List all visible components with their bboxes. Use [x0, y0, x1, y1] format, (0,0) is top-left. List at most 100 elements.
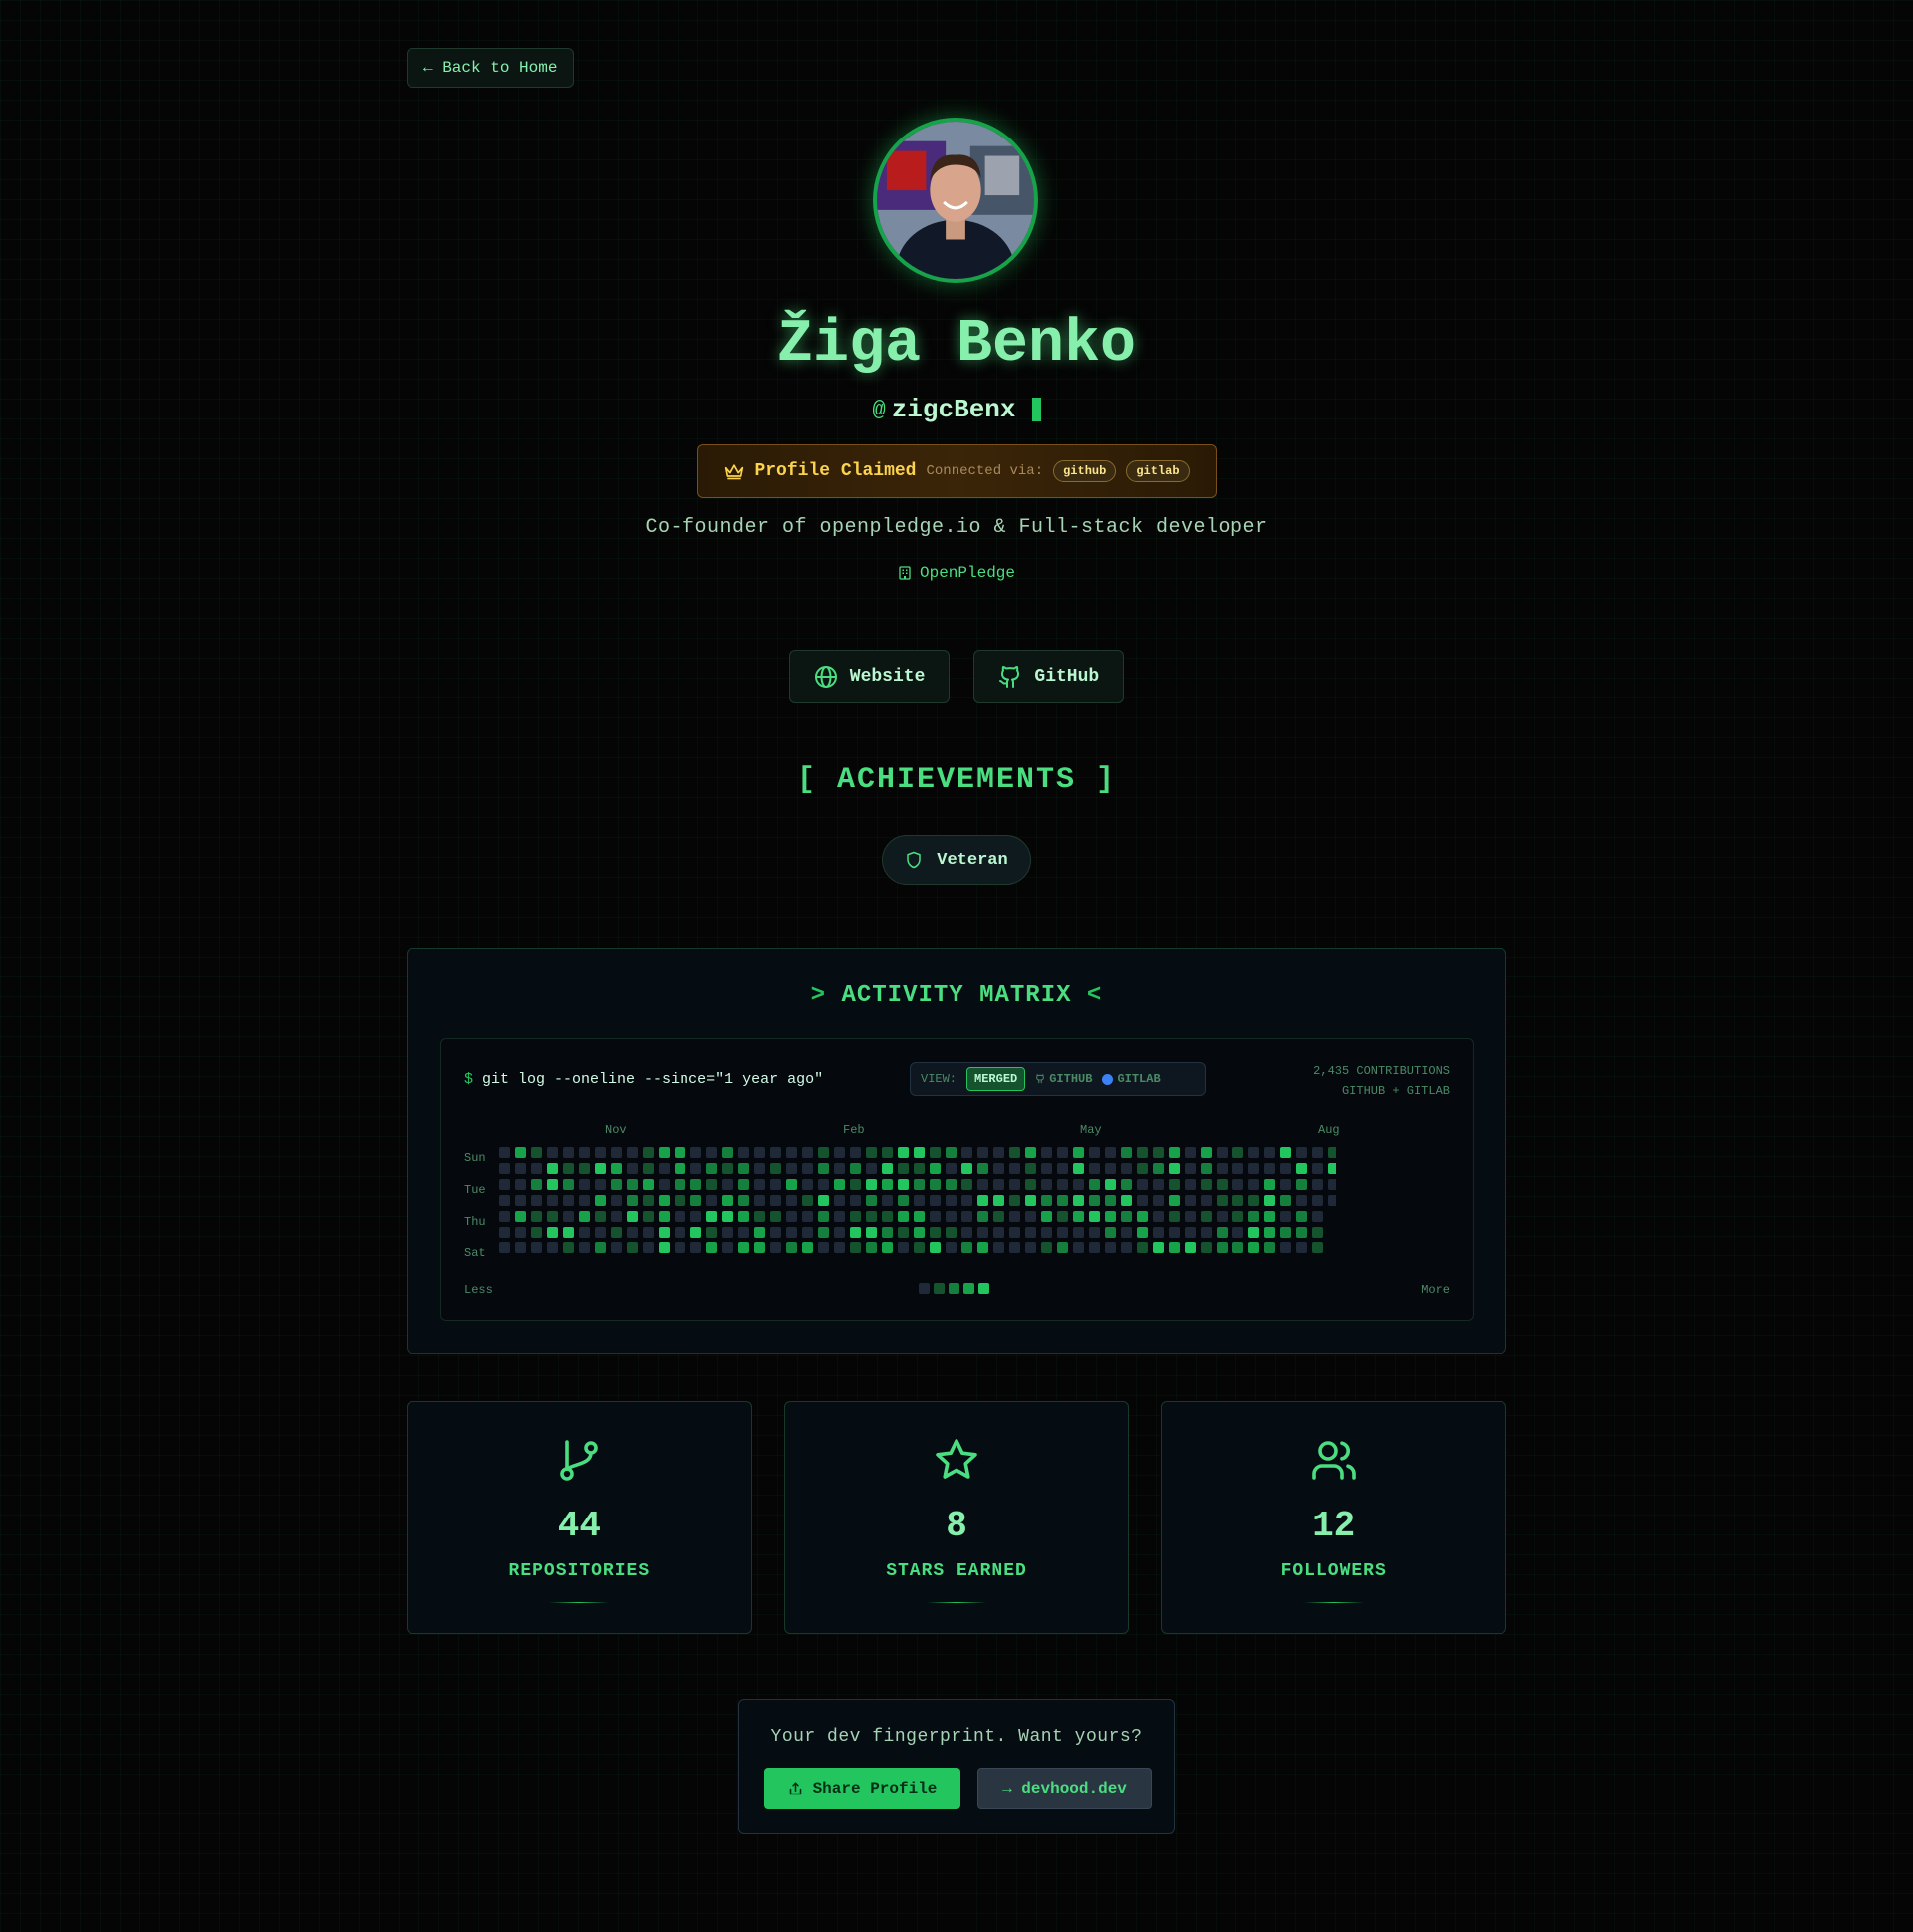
contribution-cell — [1232, 1179, 1243, 1190]
contribution-cell — [1217, 1242, 1228, 1253]
contribution-cell — [1057, 1195, 1068, 1206]
contribution-cell — [675, 1147, 685, 1158]
contribution-cell — [1280, 1242, 1291, 1253]
website-link-button[interactable]: Website — [788, 650, 951, 703]
contribution-cell — [1137, 1147, 1148, 1158]
contribution-cell — [1201, 1147, 1212, 1158]
contribution-cell — [738, 1163, 749, 1174]
contribution-cell — [1073, 1195, 1084, 1206]
contribution-cell — [1280, 1227, 1291, 1238]
contribution-cell — [1217, 1227, 1228, 1238]
contribution-cell — [786, 1227, 797, 1238]
contribution-cell — [1057, 1179, 1068, 1190]
contribution-cell — [1232, 1211, 1243, 1222]
view-option-github-label: GITHUB — [1049, 1072, 1093, 1086]
contribution-cell — [531, 1147, 542, 1158]
contribution-cell — [1248, 1147, 1259, 1158]
contribution-cell — [961, 1147, 972, 1158]
contribution-cell — [499, 1147, 510, 1158]
contribution-cell — [1153, 1242, 1164, 1253]
contribution-cell — [898, 1163, 909, 1174]
contribution-cell — [1312, 1195, 1323, 1206]
activity-matrix-panel: > ACTIVITY MATRIX < $ git log --oneline … — [407, 948, 1506, 1354]
contribution-cell — [1041, 1242, 1052, 1253]
crown-icon — [725, 464, 744, 480]
contribution-cell — [579, 1195, 590, 1206]
share-profile-button[interactable]: Share Profile — [764, 1768, 960, 1809]
contribution-cell — [627, 1163, 638, 1174]
contribution-cell — [627, 1227, 638, 1238]
contribution-cell — [706, 1147, 717, 1158]
devhood-link-button[interactable]: → devhood.dev — [977, 1768, 1152, 1809]
contribution-cell — [1296, 1242, 1307, 1253]
contribution-cell — [961, 1195, 972, 1206]
legend-cell — [963, 1283, 974, 1294]
view-option-gitlab[interactable]: GITLAB — [1102, 1072, 1161, 1086]
contribution-cell — [706, 1211, 717, 1222]
contribution-cell — [882, 1195, 893, 1206]
contribution-cell — [898, 1147, 909, 1158]
contribution-cell — [547, 1242, 558, 1253]
star-icon — [936, 1439, 977, 1479]
contribution-cell — [563, 1163, 574, 1174]
contribution-cell — [515, 1211, 526, 1222]
contribution-cell — [1264, 1242, 1275, 1253]
contribution-cell — [738, 1179, 749, 1190]
month-labels: Nov Feb May Aug — [441, 1123, 1473, 1137]
month-label: Nov — [605, 1123, 627, 1137]
contribution-cell — [515, 1163, 526, 1174]
contribution-cell — [1153, 1211, 1164, 1222]
contribution-cell — [1201, 1242, 1212, 1253]
contribution-cell — [802, 1195, 813, 1206]
contribution-cell — [1169, 1195, 1180, 1206]
contribution-cell — [834, 1227, 845, 1238]
contribution-cell — [850, 1227, 861, 1238]
view-option-github[interactable]: GITHUB — [1035, 1072, 1092, 1086]
contribution-cell — [1328, 1147, 1336, 1158]
contribution-cell — [690, 1163, 701, 1174]
contribution-cell — [1137, 1195, 1148, 1206]
contribution-cell — [930, 1163, 941, 1174]
contribution-cell — [1264, 1211, 1275, 1222]
achievement-label: Veteran — [937, 850, 1008, 870]
contribution-cell — [818, 1242, 829, 1253]
contribution-cell — [882, 1147, 893, 1158]
contribution-cell — [1169, 1211, 1180, 1222]
contribution-cell — [547, 1211, 558, 1222]
contribution-cell — [993, 1227, 1004, 1238]
contribution-cell — [659, 1242, 670, 1253]
command-prompt: $ — [464, 1071, 474, 1088]
contribution-cell — [786, 1163, 797, 1174]
contribution-cell — [946, 1227, 956, 1238]
contribution-cell — [882, 1179, 893, 1190]
contribution-cell — [1121, 1179, 1132, 1190]
contribution-cell — [563, 1147, 574, 1158]
contribution-cell — [1217, 1179, 1228, 1190]
contribution-cell — [770, 1163, 781, 1174]
view-option-merged[interactable]: MERGED — [966, 1067, 1026, 1091]
contribution-cell — [1073, 1211, 1084, 1222]
contribution-cell — [1009, 1179, 1020, 1190]
view-toggle: VIEW: MERGED GITHUB GITLAB — [910, 1062, 1206, 1096]
achievements-title: [ ACHIEVEMENTS ] — [796, 763, 1117, 797]
contribution-cell — [690, 1242, 701, 1253]
contribution-cell — [1025, 1179, 1036, 1190]
contribution-cell — [866, 1227, 877, 1238]
contribution-cell — [946, 1211, 956, 1222]
github-link-button[interactable]: GitHub — [973, 650, 1125, 703]
view-label: VIEW: — [921, 1072, 957, 1086]
contribution-cell — [802, 1211, 813, 1222]
contribution-cell — [914, 1147, 925, 1158]
contribution-grid — [499, 1147, 1336, 1253]
contribution-cell — [1121, 1242, 1132, 1253]
contribution-cell — [1248, 1195, 1259, 1206]
contribution-cell — [563, 1211, 574, 1222]
contribution-cell — [563, 1179, 574, 1190]
contribution-cell — [722, 1211, 733, 1222]
contribution-cell — [706, 1179, 717, 1190]
cta-question: Your dev fingerprint. Want yours? — [770, 1727, 1143, 1747]
building-icon — [899, 566, 911, 580]
achievement-badge-veteran[interactable]: Veteran — [882, 835, 1031, 885]
contribution-cell — [1217, 1195, 1228, 1206]
back-to-home-button[interactable]: ← Back to Home — [407, 48, 575, 88]
